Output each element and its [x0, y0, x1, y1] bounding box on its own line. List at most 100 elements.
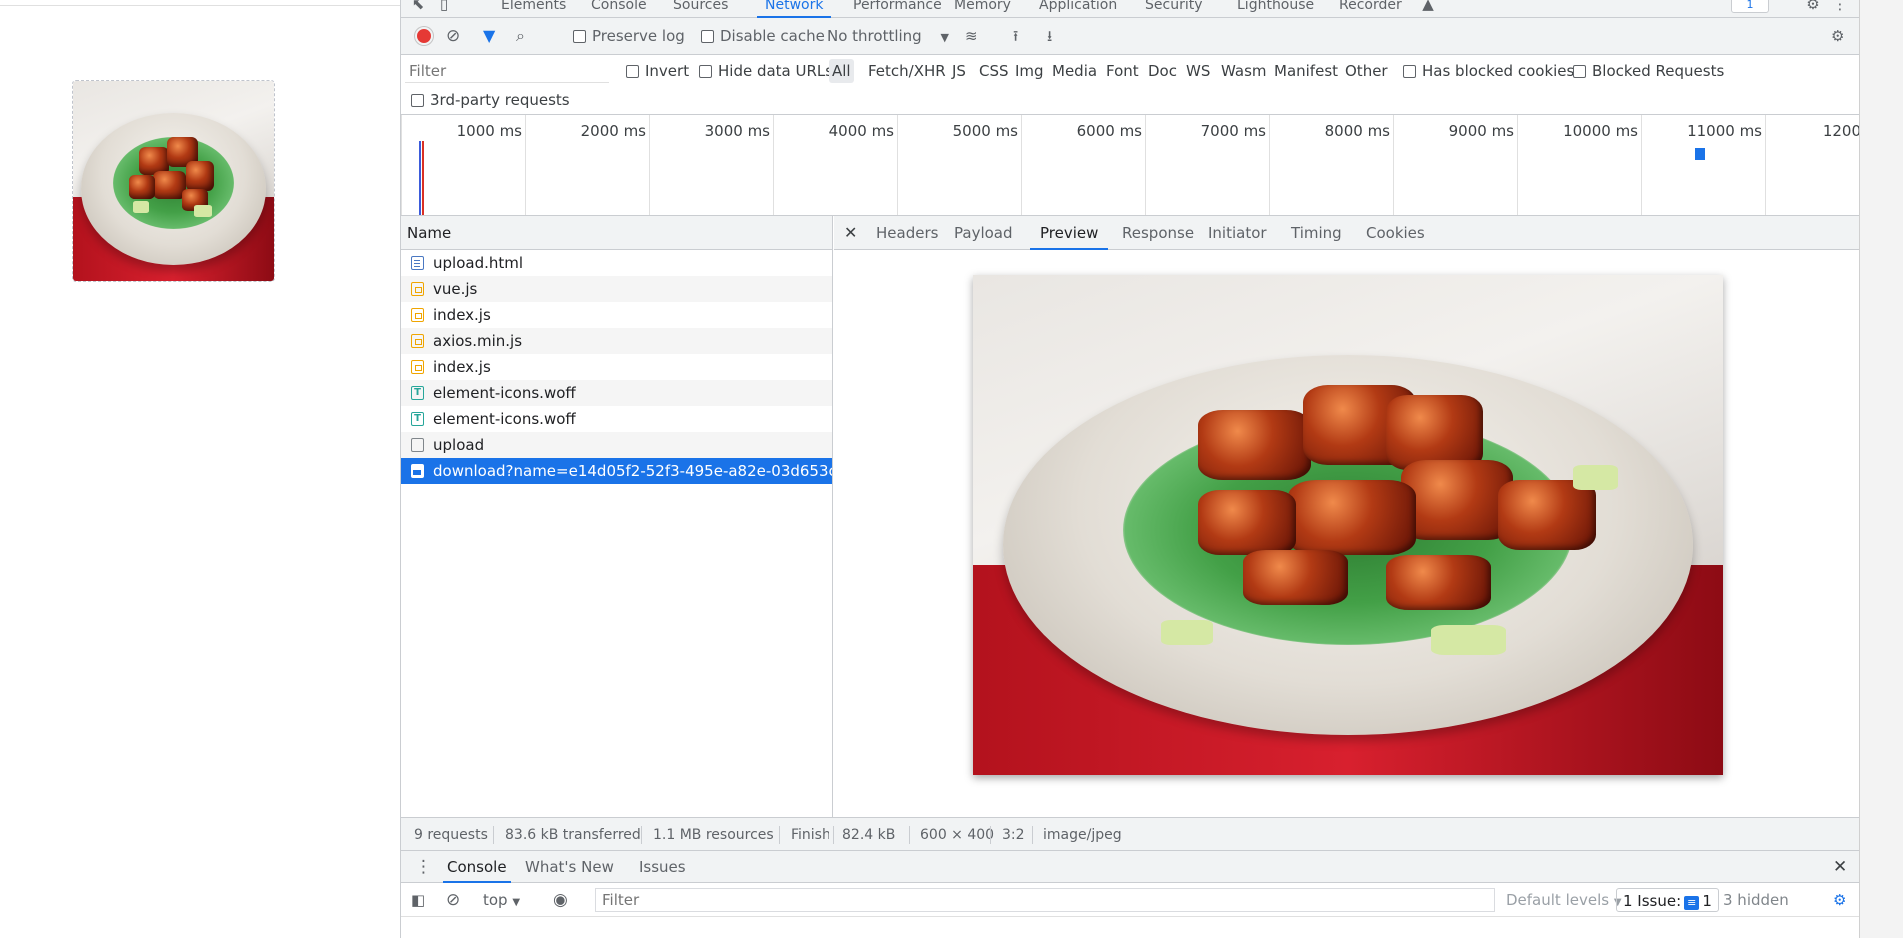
tab-application[interactable]: Application	[1039, 0, 1117, 18]
issues-count-button[interactable]: 1 Issue: ≡ 1	[1616, 888, 1719, 912]
preserve-log-checkbox[interactable]: Preserve log	[573, 24, 685, 48]
filter-type-doc[interactable]: Doc	[1148, 59, 1177, 83]
document-icon	[411, 256, 424, 270]
filter-input[interactable]	[405, 59, 609, 83]
filter-type-ws[interactable]: WS	[1186, 59, 1210, 83]
record-button[interactable]	[415, 27, 433, 45]
name-column-header[interactable]: Name	[401, 216, 832, 250]
timeline-tick: 7000 ms	[1145, 115, 1269, 215]
request-row-selected[interactable]: download?name=e14d05f2-52f3-495e-a82e-03…	[401, 458, 832, 484]
tab-initiator[interactable]: Initiator	[1208, 216, 1267, 250]
issue-badge-icon: ≡	[1684, 896, 1700, 910]
network-conditions-icon[interactable]: ≋	[965, 24, 978, 48]
tab-headers[interactable]: Headers	[876, 216, 938, 250]
context-value: top	[483, 891, 508, 909]
search-icon[interactable]: ⌕	[516, 24, 525, 48]
invert-checkbox[interactable]: Invert	[626, 59, 689, 83]
request-row[interactable]: Telement-icons.woff	[401, 380, 832, 406]
more-options-icon[interactable]: ⋮	[1831, 0, 1849, 13]
tab-security[interactable]: Security	[1145, 0, 1203, 18]
issues-count: 1	[1702, 892, 1712, 910]
filter-type-wasm[interactable]: Wasm	[1221, 59, 1267, 83]
filter-type-media[interactable]: Media	[1052, 59, 1097, 83]
clear-console-icon[interactable]: ⊘	[446, 888, 460, 912]
filter-type-all[interactable]: All	[829, 59, 854, 83]
tab-lighthouse[interactable]: Lighthouse	[1237, 0, 1314, 18]
web-page	[0, 0, 400, 938]
request-row[interactable]: vue.js	[401, 276, 832, 302]
tab-payload[interactable]: Payload	[954, 216, 1013, 250]
devtools-tab-bar: ⬉ ▯ Elements Console Sources Network Per…	[401, 0, 1860, 18]
blocked-requests-checkbox[interactable]: Blocked Requests	[1573, 59, 1724, 83]
transferred-size: 83.6 kB transferred	[505, 827, 641, 843]
page-divider	[0, 5, 400, 6]
third-party-checkbox[interactable]: 3rd-party requests	[411, 88, 570, 112]
live-expression-eye-icon[interactable]: ◉	[553, 888, 568, 912]
tab-console-drawer[interactable]: Console	[443, 851, 511, 883]
image-dimensions: 600 × 400	[920, 827, 995, 843]
tab-elements[interactable]: Elements	[501, 0, 566, 18]
filter-type-font[interactable]: Font	[1106, 59, 1139, 83]
device-toolbar-icon[interactable]: ▯	[435, 0, 453, 13]
filter-type-fetch-xhr[interactable]: Fetch/XHR	[868, 59, 946, 83]
tab-recorder[interactable]: Recorder	[1339, 0, 1402, 18]
close-drawer-icon[interactable]: ✕	[1833, 851, 1847, 883]
console-filter-input[interactable]	[595, 888, 1495, 912]
tab-network[interactable]: Network	[757, 0, 832, 18]
close-icon[interactable]: ✕	[844, 216, 857, 250]
throttling-select[interactable]: No throttling ▼	[827, 24, 949, 48]
disable-cache-checkbox[interactable]: Disable cache	[701, 24, 825, 48]
request-row[interactable]: axios.min.js	[401, 328, 832, 354]
timeline-tick: 1200	[1765, 115, 1860, 215]
filter-funnel-icon[interactable]: ▼	[483, 24, 495, 48]
food-photo	[73, 81, 274, 281]
issues-counter-button[interactable]: 1	[1731, 0, 1769, 13]
console-settings-gear-icon[interactable]: ⚙	[1833, 888, 1846, 912]
clear-icon[interactable]: ⊘	[446, 24, 460, 48]
timeline-tick: 3000 ms	[649, 115, 773, 215]
network-settings-gear-icon[interactable]: ⚙	[1831, 24, 1844, 48]
import-har-icon[interactable]: ⭱	[1013, 24, 1018, 48]
request-row[interactable]: upload.html	[401, 250, 832, 276]
tab-response[interactable]: Response	[1122, 216, 1194, 250]
sidebar-toggle-icon[interactable]: ◧	[411, 888, 425, 912]
issues-badge-count: 1	[1746, 0, 1754, 11]
filter-type-css[interactable]: CSS	[979, 59, 1009, 83]
console-toolbar: ◧ ⊘ top ▼ ◉ Default levels ▼ 1 Issue:≡1 …	[401, 883, 1860, 917]
network-overview-timeline[interactable]: 1000 ms 2000 ms 3000 ms 4000 ms 5000 ms …	[401, 115, 1860, 216]
filter-type-js[interactable]: JS	[952, 59, 966, 83]
third-party-label: 3rd-party requests	[430, 91, 570, 109]
filter-type-img[interactable]: Img	[1015, 59, 1044, 83]
request-row[interactable]: index.js	[401, 302, 832, 328]
inspect-element-icon[interactable]: ⬉	[409, 0, 427, 13]
recorder-beta-icon: ▲	[1422, 0, 1434, 13]
has-blocked-cookies-checkbox[interactable]: Has blocked cookies	[1403, 59, 1574, 83]
export-har-icon[interactable]: ⭳	[1047, 24, 1052, 48]
tab-issues[interactable]: Issues	[639, 851, 686, 883]
context-select[interactable]: top ▼	[483, 888, 520, 912]
tab-sources[interactable]: Sources	[673, 0, 728, 18]
hide-data-urls-checkbox[interactable]: Hide data URLs	[699, 59, 833, 83]
drawer-menu-icon[interactable]: ⋮	[415, 851, 432, 883]
filter-type-other[interactable]: Other	[1345, 59, 1388, 83]
filter-type-manifest[interactable]: Manifest	[1274, 59, 1338, 83]
tab-timing[interactable]: Timing	[1291, 216, 1342, 250]
timeline-tick: 10000 ms	[1517, 115, 1641, 215]
settings-gear-icon[interactable]: ⚙	[1804, 0, 1822, 13]
script-icon	[411, 308, 424, 322]
tab-preview[interactable]: Preview	[1030, 216, 1109, 250]
request-row[interactable]: Telement-icons.woff	[401, 406, 832, 432]
tab-whats-new[interactable]: What's New	[525, 851, 614, 883]
request-row[interactable]: upload	[401, 432, 832, 458]
tab-performance[interactable]: Performance	[853, 0, 942, 18]
tab-console[interactable]: Console	[591, 0, 647, 18]
uploaded-image-thumbnail[interactable]	[72, 80, 275, 282]
tab-cookies[interactable]: Cookies	[1366, 216, 1425, 250]
log-levels-select[interactable]: Default levels ▼	[1506, 888, 1622, 912]
tab-memory[interactable]: Memory	[954, 0, 1011, 18]
disable-cache-label: Disable cache	[720, 27, 825, 45]
request-timing-bar	[1695, 148, 1705, 160]
throttling-value: No throttling	[827, 27, 922, 45]
finish-time: Finish	[791, 827, 829, 843]
request-row[interactable]: index.js	[401, 354, 832, 380]
